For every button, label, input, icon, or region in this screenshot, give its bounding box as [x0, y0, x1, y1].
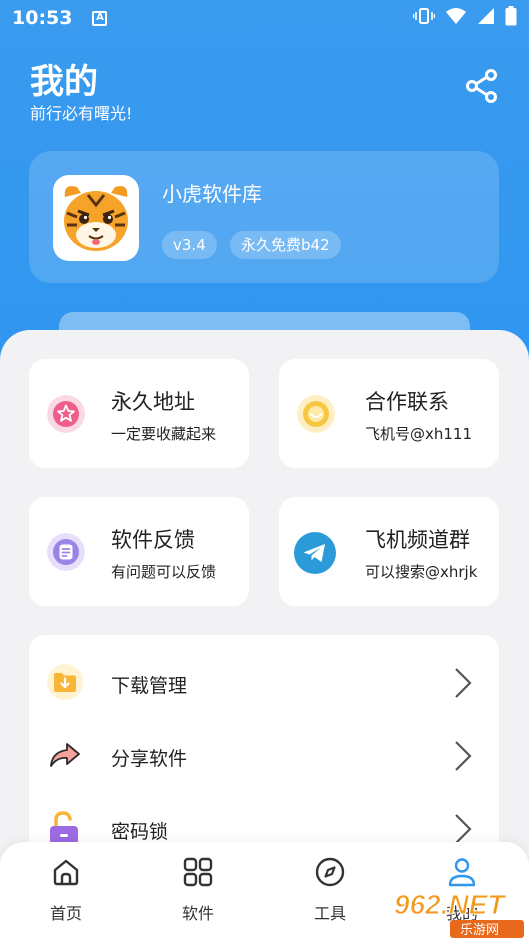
share-arrow-icon: [50, 743, 80, 767]
tile-title: 合作联系: [365, 390, 449, 414]
home-icon: [53, 859, 79, 886]
compass-icon: [315, 857, 345, 887]
signal-icon: [478, 8, 494, 24]
feedback-icon: [47, 533, 85, 571]
watermark-text: 962.NET: [394, 889, 507, 920]
lock-icon: [50, 811, 78, 845]
vibrate-icon: [413, 8, 435, 24]
watermark-logo: 962.NET 乐游网: [394, 889, 524, 938]
version-badge: v3.4: [162, 231, 217, 259]
tab-label: 软件: [181, 904, 214, 923]
tile-desc: 飞机号@xh111: [365, 425, 473, 443]
smile-icon: [297, 395, 335, 433]
tile-telegram-channel[interactable]: 飞机频道群 可以搜索@xhrjk: [279, 497, 499, 606]
menu-label: 密码锁: [111, 821, 169, 843]
menu-label: 下载管理: [111, 675, 188, 697]
grid-icon: [183, 857, 213, 887]
battery-icon: [505, 6, 517, 26]
tile-title: 飞机频道群: [365, 528, 470, 552]
page-title: 我的: [30, 62, 98, 102]
tile-desc: 可以搜索@xhrjk: [365, 563, 478, 581]
app-name: 小虎软件库: [162, 182, 262, 206]
tile-title: 永久地址: [111, 390, 195, 414]
star-icon: [47, 395, 85, 433]
status-bar: 10:53 A: [0, 0, 529, 36]
tile-desc: 一定要收藏起来: [111, 425, 217, 443]
download-folder-icon: [47, 664, 83, 700]
tiger-logo-icon: [64, 186, 128, 251]
tab-home[interactable]: 首页: [26, 856, 106, 924]
tile-desc: 有问题可以反馈: [111, 563, 217, 581]
tile-permanent-address[interactable]: 永久地址 一定要收藏起来: [29, 359, 249, 468]
wifi-icon: [446, 8, 466, 24]
share-icon[interactable]: [464, 68, 500, 104]
chevron-right-icon: [455, 741, 472, 771]
notification-icon: A: [92, 10, 108, 26]
telegram-icon: [294, 532, 336, 574]
tab-label: 首页: [49, 904, 82, 923]
watermark-subtext: 乐游网: [460, 923, 499, 938]
chevron-right-icon: [455, 668, 472, 698]
menu-list: 下载管理 分享软件 密码锁: [29, 635, 499, 875]
tab-software[interactable]: 软件: [158, 856, 238, 924]
status-time: 10:53: [12, 7, 73, 29]
app-info-card: 小虎软件库 v3.4 永久免费b42: [29, 151, 499, 283]
build-badge: 永久免费b42: [230, 231, 341, 259]
menu-item-download-manager[interactable]: 下载管理: [29, 647, 499, 717]
menu-item-share-software[interactable]: 分享软件: [29, 720, 499, 790]
tile-software-feedback[interactable]: 软件反馈 有问题可以反馈: [29, 497, 249, 606]
tab-tools[interactable]: 工具: [290, 856, 370, 924]
app-logo: [53, 175, 139, 261]
tile-title: 软件反馈: [111, 528, 195, 552]
page-subtitle: 前行必有曙光!: [30, 104, 133, 123]
chevron-right-icon: [455, 814, 472, 844]
tab-label: 工具: [313, 904, 346, 923]
tile-cooperation-contact[interactable]: 合作联系 飞机号@xh111: [279, 359, 499, 468]
menu-label: 分享软件: [111, 748, 188, 770]
